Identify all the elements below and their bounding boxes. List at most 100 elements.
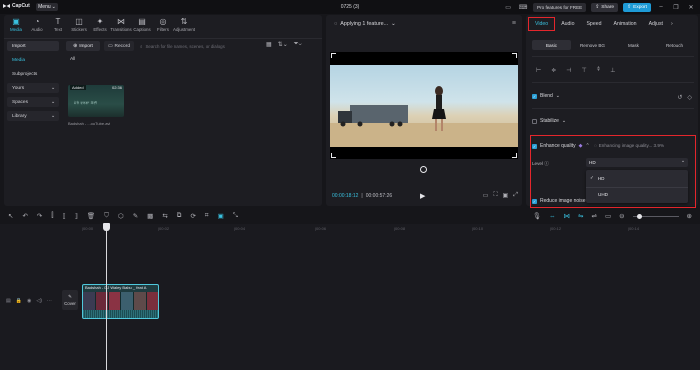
microphone-icon[interactable]: 🎙	[533, 212, 541, 220]
tab-stickers[interactable]: ◫ Stickers	[70, 17, 88, 32]
tab-video[interactable]: Video	[528, 17, 556, 31]
align-center-h-icon[interactable]: ≑	[551, 67, 556, 74]
crop-handle[interactable]	[331, 153, 336, 158]
import-button[interactable]: ⊕ Import	[66, 41, 100, 51]
layout-icon[interactable]: ▭	[503, 3, 513, 11]
marker-icon[interactable]: ⬡	[118, 212, 124, 220]
more-tabs-icon[interactable]: ›	[669, 17, 675, 31]
video-clip[interactable]: Badshah - DJ Waley Babu _ feat A	[82, 284, 159, 319]
filter-icon[interactable]: ⏷⌄	[294, 41, 302, 48]
hamburger-menu-icon[interactable]: ≡	[512, 20, 516, 27]
eye-icon[interactable]: ◉	[27, 298, 31, 304]
grid-view-icon[interactable]: ▦	[266, 41, 272, 48]
expand-icon[interactable]: ⤢	[513, 192, 518, 199]
shortcut-icon[interactable]: ⌨	[518, 3, 528, 11]
minimize-icon[interactable]: –	[656, 3, 666, 11]
tab-speed[interactable]: Speed	[580, 17, 607, 31]
media-thumbnail[interactable]: Added 02:36 ਮੇਰੇ ਵਰਗਾ ਕੋਈ	[68, 85, 124, 117]
crop-handle[interactable]	[331, 53, 336, 58]
tab-audio[interactable]: ◔ Audio	[28, 17, 46, 32]
zoom-out-icon[interactable]: ⊖	[619, 212, 624, 220]
timeline[interactable]: |00:00 |00:02 |00:04 |00:06 |00:08 |00:1…	[0, 223, 700, 370]
align-right-icon[interactable]: ⊣	[566, 67, 571, 74]
blend-row[interactable]: ✓ Blend ⌄	[532, 93, 560, 99]
undo-icon[interactable]: ↶	[22, 212, 27, 220]
enhance-quality-row[interactable]: ✓ Enhance quality ◆ ⌃	[532, 143, 590, 149]
level-option-uhd[interactable]: UHD	[598, 192, 608, 197]
stabilize-row[interactable]: Stabilize ⌄	[532, 118, 566, 124]
tab-adjust[interactable]: Adjust	[643, 17, 669, 31]
subtab-mask[interactable]: Mask	[614, 40, 653, 50]
enhance-checkbox[interactable]: ✓	[532, 143, 537, 149]
auto-reframe-icon[interactable]: ▣	[218, 212, 224, 220]
crop-handle[interactable]	[512, 153, 517, 158]
select-tool-icon[interactable]: ↖	[8, 212, 13, 220]
split-left-icon[interactable]: ⟦	[62, 212, 65, 220]
crop-handle[interactable]	[512, 53, 517, 58]
tab-filters[interactable]: ◎ Filters	[154, 17, 172, 32]
level-select[interactable]: HD ⌃	[586, 158, 688, 167]
tab-captions[interactable]: ▤ Captions	[133, 17, 151, 32]
reverse-icon[interactable]: ⇆	[162, 212, 167, 220]
video-preview[interactable]	[330, 52, 518, 159]
subtab-basic[interactable]: Basic	[532, 40, 571, 50]
rotate-handle[interactable]	[420, 166, 427, 173]
timeline-playhead[interactable]	[106, 224, 107, 370]
sidebar-item-media[interactable]: Media	[7, 55, 59, 65]
split-right-icon[interactable]: ⟧	[75, 212, 78, 220]
level-option-hd[interactable]: ✓ HD	[590, 175, 605, 181]
reduce-noise-checkbox[interactable]: ✓	[532, 198, 537, 204]
align-top-icon[interactable]: ⊤	[582, 67, 587, 74]
freeze-icon[interactable]: ▩	[147, 212, 153, 220]
time-ruler[interactable]: |00:00 |00:02 |00:04 |00:06 |00:08 |00:1…	[82, 226, 696, 234]
mirror-icon[interactable]: ⧉	[177, 212, 182, 220]
resize-icon[interactable]: ⤡	[233, 212, 238, 220]
track-icon[interactable]: ▤	[6, 298, 11, 304]
reduce-noise-row[interactable]: ✓ Reduce image noise	[532, 198, 586, 204]
zoom-slider[interactable]	[632, 213, 679, 219]
crop-icon[interactable]: ⌗	[205, 212, 209, 220]
shield-icon[interactable]: ⛉	[104, 212, 109, 220]
more-icon[interactable]: ⋯	[47, 298, 52, 304]
edit-icon[interactable]: ✎	[133, 212, 138, 220]
caption-track-icon[interactable]: ▭	[605, 212, 611, 220]
tab-adjustment[interactable]: ⇅ Adjustment	[173, 17, 195, 32]
tab-text[interactable]: T Text	[49, 17, 67, 32]
zoom-in-icon[interactable]: ⊕	[687, 212, 692, 220]
ratio-icon[interactable]: ▣	[503, 192, 509, 199]
delete-icon[interactable]: 🗑	[87, 212, 95, 220]
sidebar-item-subprojects[interactable]: Subprojects	[7, 69, 59, 79]
magnet-icon[interactable]: ⋈	[564, 212, 571, 220]
tab-audio[interactable]: Audio	[555, 17, 580, 31]
menu-button[interactable]: Menu ⌄	[36, 3, 58, 11]
pro-features-button[interactable]: Pro features for FREE	[533, 2, 587, 12]
link-clips-icon[interactable]: ⇔	[549, 213, 556, 220]
split-icon[interactable]: ⫿	[51, 212, 53, 220]
align-middle-v-icon[interactable]: ⫩	[597, 67, 600, 74]
zoom-fit-icon[interactable]: ⛶	[493, 192, 497, 199]
reset-icon[interactable]: ↺	[677, 94, 682, 101]
record-button[interactable]: ▭ Record	[104, 41, 134, 51]
tab-media[interactable]: ▣ Media	[7, 17, 25, 32]
sidebar-item-yours[interactable]: Yours ⌄	[7, 83, 59, 93]
playhead-handle[interactable]	[103, 223, 110, 231]
fullscreen-preview-icon[interactable]: ▭	[483, 192, 489, 199]
lock-icon[interactable]: 🔒	[16, 298, 22, 304]
audio-icon[interactable]: ◁)	[36, 298, 42, 304]
subtab-remove-bg[interactable]: Remove BG	[573, 40, 612, 50]
sidebar-item-import[interactable]: Import	[7, 41, 59, 51]
align-bottom-icon[interactable]: ⊥	[610, 67, 615, 74]
stabilize-checkbox[interactable]	[532, 118, 537, 124]
player-title[interactable]: ◌ Applying 1 feature... ⌄	[334, 21, 396, 27]
tab-animation[interactable]: Animation	[607, 17, 642, 31]
zoom-knob[interactable]	[636, 213, 642, 219]
play-icon[interactable]: ▶	[420, 192, 425, 200]
snap-icon[interactable]: ⇋	[578, 212, 583, 220]
subtab-retouch[interactable]: Retouch	[655, 40, 694, 50]
export-button[interactable]: ⇧ Export	[623, 2, 651, 12]
tab-transitions[interactable]: ⋈ Transitions	[110, 17, 131, 32]
align-left-icon[interactable]: ⊢	[536, 67, 541, 74]
rotate-icon[interactable]: ⟳	[190, 212, 195, 220]
blend-checkbox[interactable]: ✓	[532, 93, 537, 99]
keyframe-icon[interactable]: ◇	[687, 94, 692, 101]
